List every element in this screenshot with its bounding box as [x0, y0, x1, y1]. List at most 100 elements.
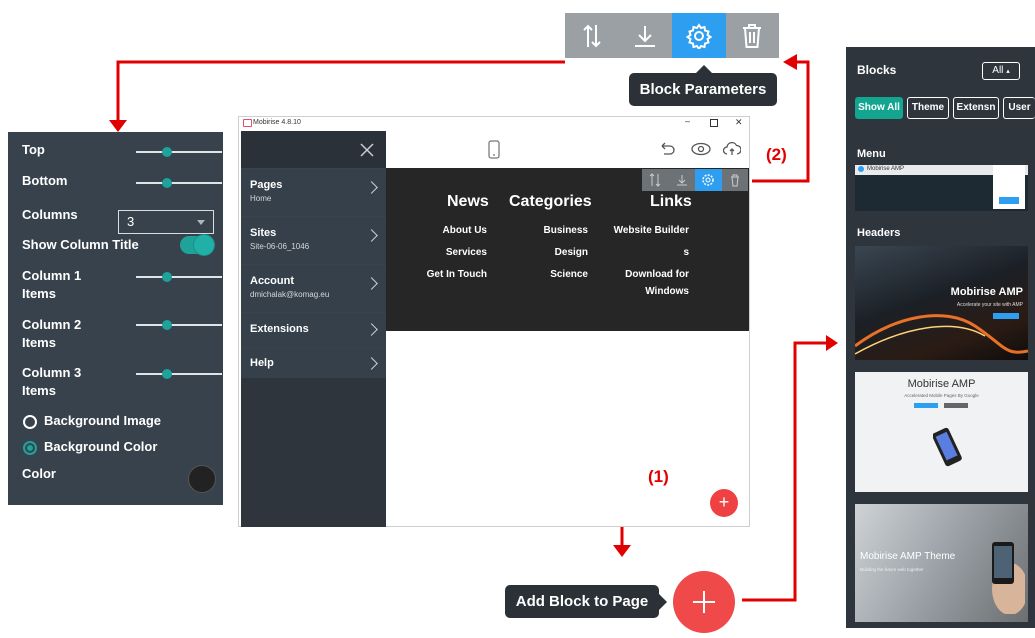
- slider-knob[interactable]: [162, 272, 172, 282]
- mobirise-window: Mobirise 4.8.10 – ✕ Pages Home Sites Sit…: [238, 116, 750, 527]
- all-filter-dropdown[interactable]: All ▴: [982, 62, 1020, 80]
- mini-sort-button[interactable]: [642, 169, 669, 191]
- phone-image: [933, 427, 962, 467]
- block-toolbar: [565, 13, 779, 58]
- delete-button[interactable]: [726, 13, 780, 58]
- footer-link[interactable]: Design: [555, 247, 588, 258]
- menu-logo-icon: [858, 166, 864, 172]
- publish-cloud-icon[interactable]: [723, 141, 741, 156]
- label-line: Items: [22, 335, 56, 350]
- param-show-column-title-label: Show Column Title: [22, 237, 139, 252]
- chip-label: User: [1008, 102, 1031, 113]
- download-button[interactable]: [619, 13, 673, 58]
- slider-knob[interactable]: [162, 369, 172, 379]
- close-icon[interactable]: [360, 143, 374, 157]
- footer-link[interactable]: s: [683, 247, 689, 258]
- add-block-small-button[interactable]: +: [710, 489, 738, 517]
- top-slider[interactable]: [136, 147, 222, 157]
- thumb-text: Mobirise AMP: [867, 166, 905, 172]
- blocks-panel: Blocks All ▴ Show All Theme Extensn User…: [846, 47, 1035, 628]
- column2-items-slider[interactable]: [136, 320, 222, 330]
- footer-link[interactable]: Website Builder: [614, 225, 689, 236]
- chip-label: Extensn: [956, 102, 996, 113]
- chip-label: Theme: [911, 102, 945, 113]
- trash-icon: [730, 174, 739, 186]
- block-parameters-tooltip: Block Parameters: [629, 65, 777, 106]
- column3-items-slider[interactable]: [136, 369, 222, 379]
- window-title: Mobirise 4.8.10: [253, 119, 301, 126]
- tooltip-text: Add Block to Page: [515, 593, 649, 610]
- bottom-slider[interactable]: [136, 178, 222, 188]
- preview-eye-icon[interactable]: [691, 142, 711, 156]
- param-column3-label: Column 3 Items: [22, 364, 81, 400]
- download-icon: [676, 175, 687, 186]
- add-block-button[interactable]: [673, 571, 735, 633]
- minimize-button[interactable]: –: [685, 116, 690, 126]
- chip-show-all[interactable]: Show All: [855, 97, 903, 119]
- sidebar-item-help[interactable]: Help: [241, 348, 386, 381]
- mini-download-button[interactable]: [669, 169, 696, 191]
- annotation-label-2: (2): [766, 145, 787, 164]
- chip-extensions[interactable]: Extensn: [953, 97, 999, 119]
- chevron-right-icon: [365, 357, 378, 370]
- mobile-preview-icon[interactable]: [488, 140, 500, 159]
- slider-knob[interactable]: [162, 178, 172, 188]
- footer-link[interactable]: Get In Touch: [427, 269, 487, 280]
- column1-items-slider[interactable]: [136, 272, 222, 282]
- close-window-button[interactable]: ✕: [735, 117, 743, 128]
- sidebar-item-sub: Home: [250, 194, 272, 203]
- footer-link[interactable]: Science: [550, 269, 588, 280]
- thumb-title: Mobirise AMP Theme: [860, 551, 956, 562]
- thumb-subtitle: Building the future web together: [860, 567, 924, 572]
- chevron-down-icon: [197, 220, 205, 225]
- slider-knob[interactable]: [162, 320, 172, 330]
- color-swatch[interactable]: [188, 465, 216, 493]
- label-line: Column 2: [22, 317, 82, 332]
- block-thumb-header-3[interactable]: Mobirise AMP Theme Building the future w…: [855, 504, 1028, 622]
- chevron-right-icon: [365, 181, 378, 194]
- thumb-menu-button: [999, 197, 1019, 204]
- block-thumb-header-1[interactable]: Mobirise AMP Accelerate your site with A…: [855, 246, 1028, 360]
- app-logo-icon: [243, 119, 252, 127]
- footer-link[interactable]: Services: [446, 247, 487, 258]
- background-color-radio[interactable]: [23, 441, 37, 455]
- sidebar-item-sites[interactable]: Sites Site-06-06_1046: [241, 217, 386, 265]
- footer-heading-news: News: [447, 193, 489, 210]
- mini-settings-button[interactable]: [695, 169, 722, 191]
- maximize-button[interactable]: [710, 119, 718, 127]
- blocks-title: Blocks: [857, 63, 897, 77]
- show-column-title-toggle[interactable]: [180, 235, 214, 255]
- window-titlebar: Mobirise 4.8.10 – ✕: [239, 116, 749, 131]
- sort-icon: [583, 24, 601, 47]
- mini-delete-button[interactable]: [722, 169, 749, 191]
- footer-link[interactable]: Business: [544, 225, 588, 236]
- section-menu: Menu: [857, 148, 886, 160]
- background-image-label: Background Image: [44, 413, 162, 428]
- background-image-radio[interactable]: [23, 415, 37, 429]
- param-column2-label: Column 2 Items: [22, 316, 81, 352]
- sidebar-item-account[interactable]: Account dmichalak@komag.eu: [241, 265, 386, 313]
- block-parameters-panel: Top Bottom Columns 3 Show Column Title C…: [8, 132, 223, 505]
- settings-button[interactable]: [672, 13, 726, 58]
- block-thumb-header-2[interactable]: Mobirise AMP Accelerated Mobile Pages By…: [855, 372, 1028, 492]
- undo-icon[interactable]: [658, 142, 676, 156]
- sidebar-item-extensions[interactable]: Extensions: [241, 313, 386, 348]
- param-top-label: Top: [22, 142, 45, 157]
- sort-button[interactable]: [565, 13, 619, 58]
- chip-theme[interactable]: Theme: [907, 97, 949, 119]
- param-column1-label: Column 1 Items: [22, 267, 81, 303]
- plus-icon: [693, 591, 715, 613]
- slider-knob[interactable]: [162, 147, 172, 157]
- footer-block-preview[interactable]: News Categories Links About Us Services …: [386, 168, 749, 331]
- color-label: Color: [22, 466, 56, 481]
- footer-link[interactable]: Download for: [625, 269, 689, 280]
- sidebar-item-pages[interactable]: Pages Home: [241, 169, 386, 217]
- caret-up-icon: ▴: [1006, 68, 1010, 75]
- thumb-title: Mobirise AMP: [950, 286, 1023, 298]
- footer-link[interactable]: Windows: [645, 286, 689, 297]
- block-thumb-menu[interactable]: Mobirise AMP: [855, 165, 1028, 211]
- chip-user[interactable]: User: [1003, 97, 1035, 119]
- thumb-menu-dropdown: [993, 165, 1025, 209]
- footer-link[interactable]: About Us: [443, 225, 487, 236]
- columns-select[interactable]: 3: [118, 210, 214, 234]
